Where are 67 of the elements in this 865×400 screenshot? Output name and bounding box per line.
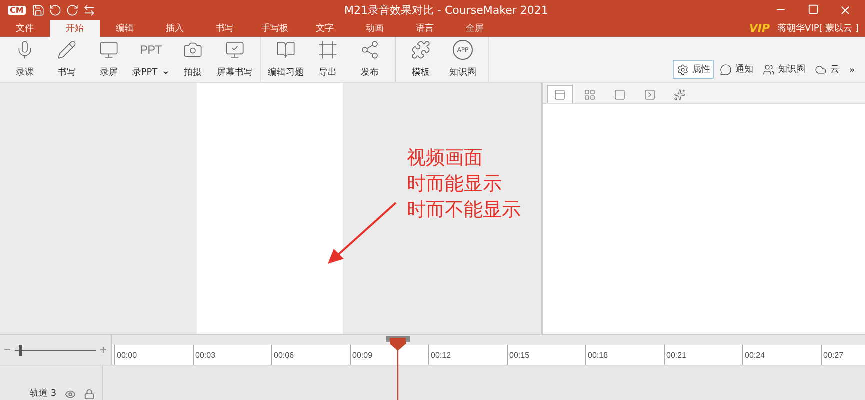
ribbon-button[interactable]: 录课 — [4, 37, 46, 82]
ribbon-button[interactable]: 编辑习题 — [265, 37, 307, 82]
window-title: M21录音效果对比 - CourseMaker 2021 — [344, 2, 548, 18]
close-icon[interactable] — [838, 4, 852, 16]
sparkle-icon — [674, 88, 686, 100]
annotation-text: 视频画面 时而能显示 时而不能显示 — [407, 146, 521, 223]
panel-tab[interactable] — [547, 85, 573, 103]
ribbon-button[interactable]: 录屏 — [88, 37, 130, 82]
ribbon-icon — [318, 40, 338, 60]
menu-tab[interactable]: 编辑 — [100, 20, 150, 37]
ribbon-icon — [183, 40, 203, 60]
ribbon-icon — [225, 40, 245, 60]
menu-tab[interactable]: 语言 — [400, 20, 450, 37]
time-label: 00:27 — [820, 345, 865, 365]
menu-tab[interactable]: 手写板 — [250, 20, 300, 37]
ribbon-icon — [276, 40, 296, 60]
side-tab[interactable]: 属性 — [673, 60, 714, 79]
ribbon-button[interactable]: 发布 — [349, 37, 391, 82]
time-label: 00:21 — [664, 345, 742, 365]
menu-tab[interactable]: 全屏 — [450, 20, 500, 37]
maximize-icon[interactable] — [808, 4, 818, 14]
ribbon-button[interactable]: PPT 录PPT — [130, 37, 172, 82]
play-square-icon — [644, 88, 656, 100]
side-tab[interactable]: 知识圈 — [759, 60, 810, 79]
user-name[interactable]: 蒋朝华VIP[ 蒙以云 ] — [778, 22, 859, 35]
side-tab[interactable]: 通知 — [716, 60, 758, 79]
menu-tab[interactable]: 动画 — [350, 20, 400, 37]
ribbon-button[interactable]: 书写 — [46, 37, 88, 82]
ribbon-icon — [99, 40, 119, 60]
ribbon-button[interactable]: 模板 — [400, 37, 442, 82]
ribbon-button[interactable]: 导出 — [307, 37, 349, 82]
menu-tab[interactable]: 书写 — [200, 20, 250, 37]
ribbon-icon — [57, 40, 77, 60]
time-label: 00:24 — [742, 345, 820, 365]
track-name: 轨道 3 — [30, 388, 57, 400]
cloud-icon — [815, 64, 828, 76]
time-label: 00:00 — [114, 345, 192, 365]
annotation-arrow — [326, 201, 398, 265]
time-label: 00:03 — [192, 345, 271, 365]
eye-icon[interactable] — [64, 389, 76, 400]
app-logo: CM — [8, 6, 26, 14]
settings-icon — [677, 64, 690, 76]
time-label: 00:12 — [428, 345, 506, 365]
time-label: 00:18 — [585, 345, 664, 365]
time-ruler[interactable]: 00:00 00:03 00:06 00:09 00:12 00:15 00:18 00:21 00:24 00:27 — [112, 345, 865, 365]
menu-tab[interactable]: 文字 — [300, 20, 350, 37]
grid-icon — [584, 88, 596, 100]
lock-icon[interactable] — [84, 389, 95, 400]
time-label: 00:06 — [271, 345, 350, 365]
more-button[interactable]: » — [845, 63, 859, 79]
side-tab[interactable]: 云 — [811, 60, 844, 79]
menu-tab[interactable]: 开始 — [50, 20, 100, 37]
time-label: 00:15 — [506, 345, 585, 365]
menu-tab[interactable]: 插入 — [150, 20, 200, 37]
menu-tab[interactable]: 文件 — [0, 20, 50, 37]
window-icon — [554, 88, 566, 100]
ribbon-icon — [360, 40, 380, 60]
ppt-icon: PPT — [140, 40, 162, 60]
slider-thumb[interactable] — [19, 344, 22, 356]
ribbon-button[interactable]: 拍摄 — [172, 37, 214, 82]
ribbon-button[interactable]: 屏幕书写 — [214, 37, 256, 82]
chat-bubble-icon — [720, 64, 732, 76]
playhead[interactable] — [386, 336, 410, 400]
square-icon — [614, 88, 626, 100]
vip-logo: VIP — [749, 22, 770, 35]
ribbon-icon — [411, 40, 431, 60]
people-icon — [763, 64, 776, 76]
